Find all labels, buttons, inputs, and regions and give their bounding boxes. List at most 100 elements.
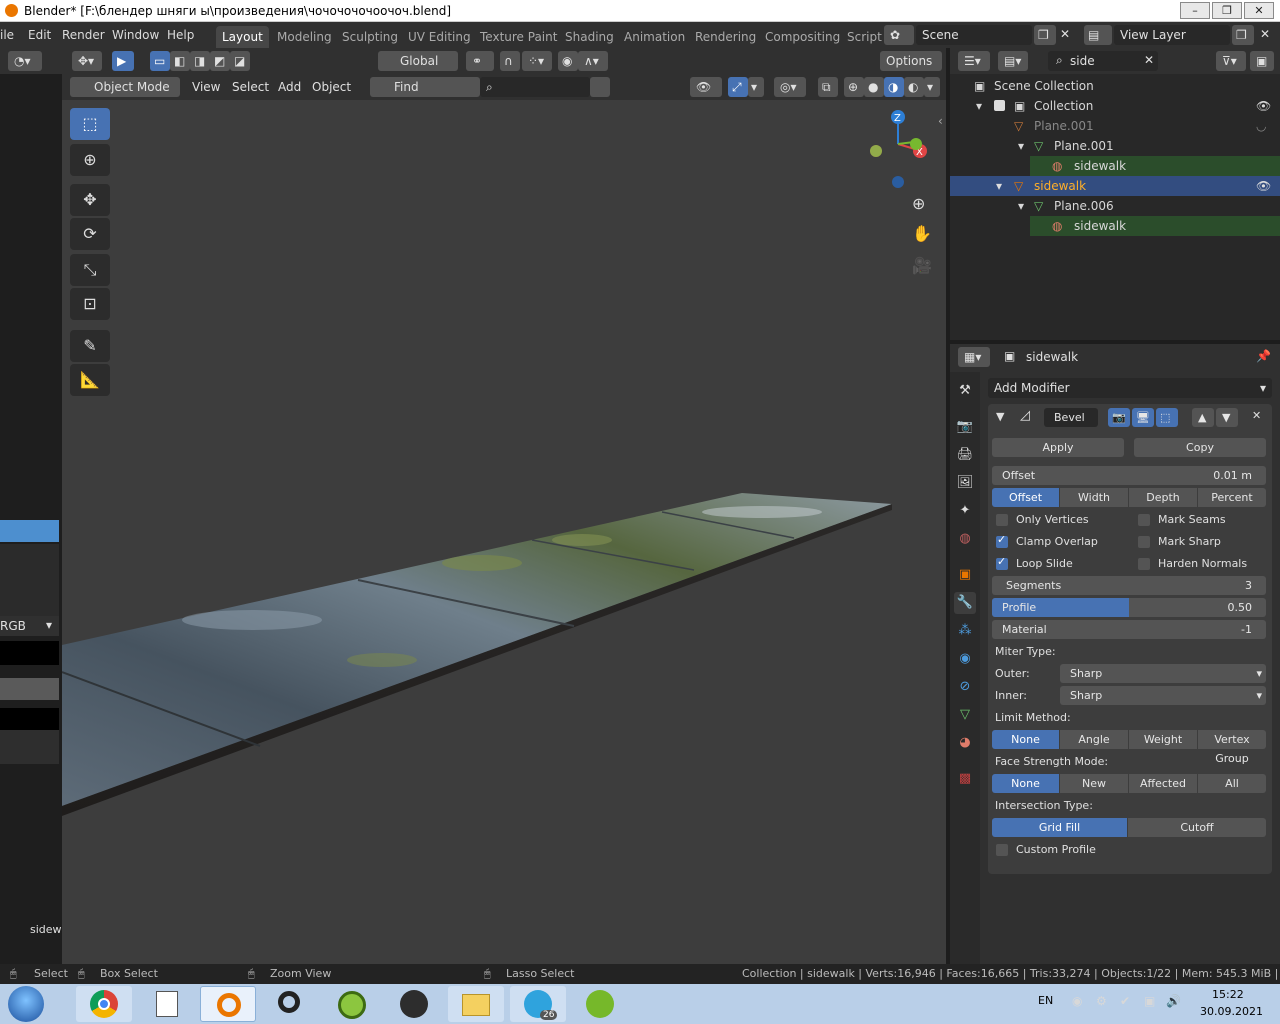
search-app-taskbar-icon[interactable]	[262, 986, 318, 1022]
tab-rendering[interactable]: Rendering	[689, 26, 762, 48]
outliner-row-scene-collection[interactable]: ▣ Scene Collection	[950, 76, 1280, 96]
move-down-icon[interactable]: ▼	[1216, 408, 1238, 427]
wireframe-shading-icon[interactable]: ⊕	[844, 77, 864, 97]
outliner-row-plane001-object[interactable]: ▽ Plane.001 ◡	[950, 116, 1280, 136]
output-tab-icon[interactable]: 🖨	[954, 444, 976, 466]
width-type-depth[interactable]: Depth	[1129, 488, 1197, 507]
new-collection-icon[interactable]: ▣	[1250, 51, 1274, 71]
menu-help[interactable]: Help	[167, 28, 194, 42]
clear-search-icon[interactable]: ✕	[1144, 53, 1154, 67]
scene-name-field[interactable]: Scene	[916, 25, 1032, 45]
width-type-percent[interactable]: Percent	[1198, 488, 1266, 507]
menu-render[interactable]: Render	[62, 28, 105, 42]
close-window-button[interactable]: ✕	[1244, 2, 1274, 19]
clamp-overlap-checkbox[interactable]	[996, 533, 1008, 548]
rgb-dropdown[interactable]: RGB ▾	[0, 616, 59, 636]
outliner-row-plane006-mesh[interactable]: ▾ ▽ Plane.006	[950, 196, 1280, 216]
custom-profile-checkbox[interactable]	[996, 844, 1008, 856]
collection-checkbox[interactable]	[994, 100, 1005, 111]
telegram-taskbar-icon[interactable]: 26	[510, 986, 566, 1022]
menu-view[interactable]: View	[192, 80, 220, 94]
utorrent-taskbar-icon[interactable]	[572, 986, 628, 1022]
snap-icon[interactable]: ∩	[500, 51, 520, 71]
tool-tab-icon[interactable]: ⚒	[954, 380, 976, 402]
object-mode-dropdown[interactable]: Object Mode	[70, 77, 180, 97]
shading-dropdown-icon[interactable]: ▾	[924, 77, 940, 97]
solid-shading-icon[interactable]: ●	[864, 77, 884, 97]
navigation-gizmo[interactable]: Z X	[870, 108, 940, 188]
new-scene-icon[interactable]: ❐	[1034, 25, 1056, 45]
copy-button[interactable]: Copy	[1134, 438, 1266, 457]
overlay-toggle-icon[interactable]: ◎▾	[774, 77, 806, 97]
cursor-tool-icon[interactable]: ⊕	[70, 144, 110, 176]
gizmo-toggle-icon[interactable]: ⤢	[728, 77, 748, 97]
view-layer-field[interactable]: View Layer	[1114, 25, 1230, 45]
expand-arrow-icon[interactable]: ▾	[996, 176, 1002, 196]
only-vertices-checkbox[interactable]	[996, 514, 1008, 526]
outliner-row-plane001-mesh[interactable]: ▾ ▽ Plane.001	[950, 136, 1280, 156]
harden-normals-checkbox[interactable]	[1138, 558, 1150, 570]
transform-orientation-dropdown[interactable]: Global	[378, 51, 458, 71]
outliner-row-material-1[interactable]: ◍ sidewalk	[950, 156, 1280, 176]
properties-editor-type-icon[interactable]: ▦▾	[958, 347, 990, 367]
tab-uv-editing[interactable]: UV Editing	[402, 26, 477, 48]
limit-vertex-group[interactable]: Vertex Group	[1198, 730, 1266, 765]
network-icon[interactable]: ▣	[1144, 994, 1155, 1008]
intersection-grid-fill[interactable]: Grid Fill	[992, 818, 1127, 837]
material-preview-icon[interactable]: ◑	[884, 77, 904, 97]
rotate-tool-icon[interactable]: ⟳	[70, 218, 110, 250]
vector-app-taskbar-icon[interactable]	[386, 986, 442, 1022]
expand-arrow-icon[interactable]: ▾	[1018, 136, 1024, 156]
offset-amount-field[interactable]: Offset 0.01 m	[992, 466, 1266, 485]
minimize-button[interactable]: –	[1180, 2, 1210, 19]
hidden-eye-icon[interactable]: ◡	[1256, 116, 1266, 136]
3d-viewport[interactable]: Z X ⊕ ✋ 🎥 ‹	[62, 100, 946, 964]
tab-modeling[interactable]: Modeling	[271, 26, 338, 48]
filter-icon[interactable]: ⊽▾	[1216, 51, 1246, 71]
outliner-search-input[interactable]: side	[1048, 51, 1158, 71]
mark-seams-checkbox[interactable]	[1138, 514, 1150, 526]
explorer-taskbar-icon[interactable]	[448, 986, 504, 1022]
tab-texture-paint[interactable]: Texture Paint	[474, 26, 563, 48]
find-materials-dropdown[interactable]: Find Materials	[370, 77, 480, 114]
left-selected-bar[interactable]	[0, 520, 59, 542]
eye-icon[interactable]: 👁	[1256, 176, 1271, 196]
scale-tool-icon[interactable]: ⤡	[70, 254, 110, 286]
new-view-layer-icon[interactable]: ❐	[1232, 25, 1254, 45]
loop-slide-checkbox[interactable]	[996, 555, 1008, 570]
inner-miter-dropdown[interactable]: Sharp ▾	[1060, 686, 1266, 705]
outliner-editor-type-icon[interactable]: ☰▾	[958, 51, 990, 71]
mark-sharp-checkbox[interactable]	[1138, 536, 1150, 548]
view-layer-icon[interactable]: ▤	[1084, 25, 1112, 45]
select-box-tool-icon[interactable]: ⬚	[70, 108, 110, 140]
zoom-icon[interactable]: ⊕	[912, 194, 936, 218]
transform-pivot-icon[interactable]: ✥▾	[72, 51, 102, 71]
select-mode-new-icon[interactable]: ▭	[150, 51, 170, 71]
move-up-icon[interactable]: ▲	[1192, 408, 1214, 427]
outliner-row-collection[interactable]: ▾ ▣ Collection 👁	[950, 96, 1280, 116]
select-mode-subtract-icon[interactable]: ◨	[190, 51, 210, 71]
pivot-point-icon[interactable]: ⚭	[466, 51, 494, 71]
expand-arrow-icon[interactable]: ▾	[1018, 196, 1024, 216]
viewport-toggle-icon[interactable]: 🖥	[1132, 408, 1154, 427]
limit-weight[interactable]: Weight	[1129, 730, 1197, 749]
pan-hand-icon[interactable]: ✋	[912, 224, 936, 248]
xray-toggle-icon[interactable]: ⧉	[818, 77, 838, 97]
tab-scripting[interactable]: Script	[841, 26, 888, 48]
tab-shading[interactable]: Shading	[559, 26, 620, 48]
tab-layout[interactable]: Layout	[216, 26, 269, 48]
lime-app-taskbar-icon[interactable]	[324, 986, 380, 1022]
clock-time[interactable]: 15:22	[1212, 988, 1244, 1001]
outliner-row-sidewalk-object[interactable]: ▾ ▽ sidewalk 👁	[950, 176, 1280, 196]
outliner-row-material-2[interactable]: ◍ sidewalk	[950, 216, 1280, 236]
intersection-cutoff[interactable]: Cutoff	[1128, 818, 1266, 837]
select-mode-invert-icon[interactable]: ◩	[210, 51, 230, 71]
volume-icon[interactable]: 🔊	[1166, 994, 1181, 1008]
select-mode-extend-icon[interactable]: ◧	[170, 51, 190, 71]
search-clear-icon[interactable]	[590, 77, 610, 97]
notepad-taskbar-icon[interactable]	[138, 986, 194, 1022]
face-strength-none[interactable]: None	[992, 774, 1059, 793]
blender-taskbar-icon[interactable]	[200, 986, 256, 1022]
select-tool-icon[interactable]: ▶	[112, 51, 134, 71]
material-index-field[interactable]: Material -1	[992, 620, 1266, 639]
